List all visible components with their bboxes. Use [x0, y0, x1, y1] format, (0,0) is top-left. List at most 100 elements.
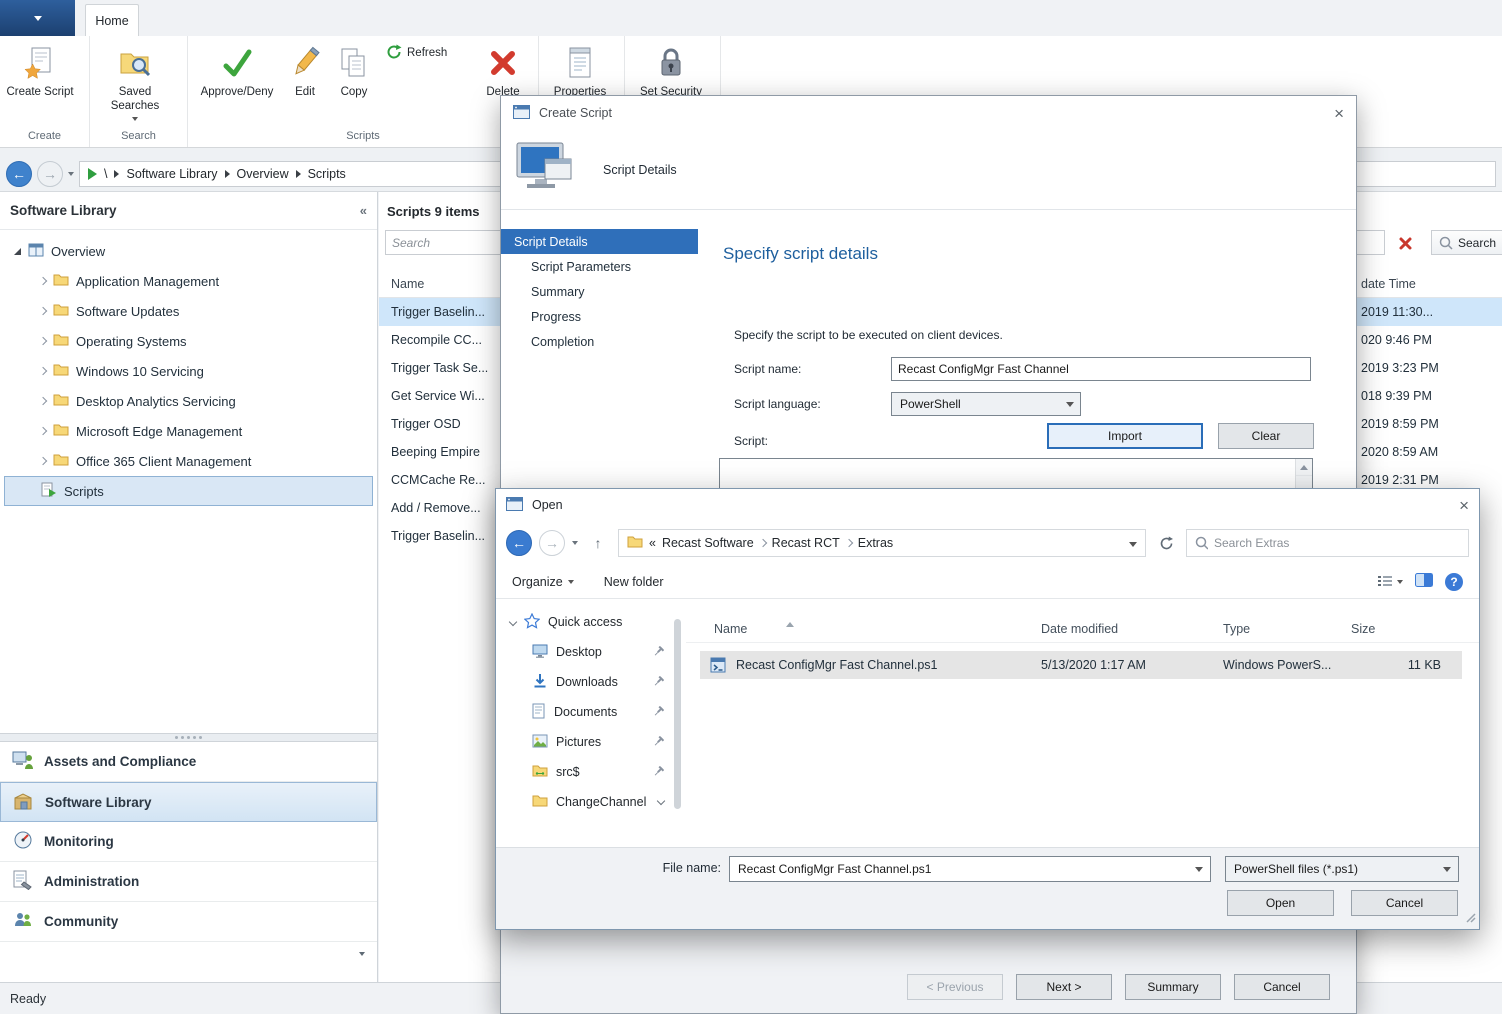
expand-collapsed-icon[interactable]: [39, 457, 47, 465]
explorer-address-bar[interactable]: « Recast Software Recast RCT Extras: [618, 529, 1146, 557]
column-header-type[interactable]: Type: [1223, 622, 1250, 636]
tree-item-scripts[interactable]: Scripts: [4, 476, 373, 506]
new-folder-button[interactable]: New folder: [604, 575, 664, 589]
expand-collapsed-icon[interactable]: [39, 367, 47, 375]
explorer-back-button[interactable]: ←: [506, 530, 532, 556]
search-button[interactable]: Search: [1431, 230, 1502, 255]
help-icon[interactable]: [1445, 573, 1463, 591]
place-pictures[interactable]: Pictures: [496, 727, 686, 757]
organize-button[interactable]: Organize: [512, 575, 574, 589]
expand-collapsed-icon[interactable]: [39, 427, 47, 435]
column-header-size[interactable]: Size: [1351, 622, 1375, 636]
saved-searches-button[interactable]: Saved Searches: [94, 40, 176, 121]
tab-home[interactable]: Home: [85, 4, 139, 37]
column-header-date-time[interactable]: date Time: [1361, 277, 1416, 291]
copy-button[interactable]: Copy: [328, 40, 380, 99]
script-language-select[interactable]: PowerShell: [891, 392, 1081, 416]
workspace-assets-and-compliance[interactable]: Assets and Compliance: [0, 742, 377, 782]
tree-item-office-365-client-management[interactable]: Office 365 Client Management: [0, 446, 377, 476]
tree-item-application-management[interactable]: Application Management: [0, 266, 377, 296]
expand-collapsed-icon[interactable]: [39, 277, 47, 285]
create-script-button[interactable]: Create Script: [4, 40, 76, 99]
workspace-monitoring[interactable]: Monitoring: [0, 822, 377, 862]
place-src-share[interactable]: src$: [496, 757, 686, 787]
set-security-button[interactable]: Set Security: [629, 40, 713, 99]
explorer-forward-button[interactable]: →: [539, 530, 565, 556]
back-button[interactable]: ←: [6, 161, 32, 187]
breadcrumb-overview[interactable]: Overview: [237, 167, 289, 181]
place-desktop[interactable]: Desktop: [496, 637, 686, 667]
breadcrumb-scripts[interactable]: Scripts: [308, 167, 346, 181]
expand-collapsed-icon[interactable]: [39, 337, 47, 345]
place-changechannel[interactable]: ChangeChannel: [496, 787, 686, 817]
address-extras[interactable]: Extras: [858, 536, 893, 550]
properties-button[interactable]: Properties: [543, 40, 617, 99]
address-recast-rct[interactable]: Recast RCT: [772, 536, 840, 550]
explorer-search-box[interactable]: [1186, 529, 1469, 557]
previous-button[interactable]: < Previous: [907, 974, 1003, 1000]
expand-open-icon[interactable]: [14, 248, 21, 255]
wizard-nav-script-details[interactable]: Script Details: [501, 229, 698, 254]
wizard-nav-script-parameters[interactable]: Script Parameters: [501, 254, 698, 279]
refresh-button[interactable]: Refresh: [380, 40, 472, 64]
scroll-up-icon[interactable]: [1300, 465, 1308, 470]
file-name-combo[interactable]: [729, 856, 1211, 882]
clear-search-button[interactable]: [1393, 232, 1417, 254]
tree-item-windows-10-servicing[interactable]: Windows 10 Servicing: [0, 356, 377, 386]
app-menu-button[interactable]: [0, 0, 75, 36]
wizard-nav-completion[interactable]: Completion: [501, 329, 698, 354]
file-row-selected[interactable]: Recast ConfigMgr Fast Channel.ps1 5/13/2…: [700, 651, 1462, 679]
delete-button[interactable]: Delete: [472, 40, 534, 99]
cancel-button[interactable]: Cancel: [1234, 974, 1330, 1000]
tree-item-software-updates[interactable]: Software Updates: [0, 296, 377, 326]
explorer-search-input[interactable]: [1214, 536, 1460, 550]
dialog-cancel-button[interactable]: Cancel: [1351, 890, 1458, 916]
tree-item-operating-systems[interactable]: Operating Systems: [0, 326, 377, 356]
open-dialog-titlebar[interactable]: Open ×: [496, 489, 1479, 521]
recent-locations-caret-icon[interactable]: [68, 172, 74, 176]
expand-collapsed-icon[interactable]: [39, 397, 47, 405]
explorer-refresh-button[interactable]: [1153, 530, 1179, 556]
change-view-button[interactable]: [1377, 575, 1403, 589]
edit-button[interactable]: Edit: [282, 40, 328, 99]
file-type-select[interactable]: PowerShell files (*.ps1): [1225, 856, 1459, 882]
wizard-nav-progress[interactable]: Progress: [501, 304, 698, 329]
workspace-options-caret-icon[interactable]: [359, 952, 365, 956]
breadcrumb-root[interactable]: \: [104, 167, 107, 181]
place-documents[interactable]: Documents: [496, 697, 686, 727]
open-button[interactable]: Open: [1227, 890, 1334, 916]
workspace-community[interactable]: Community: [0, 902, 377, 942]
address-dropdown-caret-icon[interactable]: [1129, 542, 1137, 547]
column-header-date-modified[interactable]: Date modified: [1041, 622, 1118, 636]
close-icon[interactable]: ×: [1459, 497, 1469, 514]
forward-button[interactable]: →: [37, 161, 63, 187]
column-header-name[interactable]: Name: [714, 622, 747, 636]
address-collapsed-chevrons[interactable]: «: [649, 536, 656, 550]
tree-item-microsoft-edge-management[interactable]: Microsoft Edge Management: [0, 416, 377, 446]
next-button[interactable]: Next >: [1016, 974, 1112, 1000]
approve-deny-button[interactable]: Approve/Deny: [192, 40, 282, 99]
clear-button[interactable]: Clear: [1218, 423, 1314, 449]
breadcrumb-software-library[interactable]: Software Library: [126, 167, 217, 181]
resize-grip[interactable]: [1465, 912, 1477, 927]
wizard-nav-summary[interactable]: Summary: [501, 279, 698, 304]
places-scrollbar[interactable]: [674, 619, 681, 809]
workspace-administration[interactable]: Administration: [0, 862, 377, 902]
create-script-titlebar[interactable]: Create Script ×: [501, 96, 1356, 130]
workspace-software-library[interactable]: Software Library: [0, 782, 377, 822]
summary-button[interactable]: Summary: [1125, 974, 1221, 1000]
collapse-pane-icon[interactable]: «: [360, 203, 367, 218]
place-quick-access[interactable]: Quick access: [496, 607, 686, 637]
address-recast-software[interactable]: Recast Software: [662, 536, 754, 550]
tree-item-desktop-analytics-servicing[interactable]: Desktop Analytics Servicing: [0, 386, 377, 416]
up-one-level-button[interactable]: ↑: [585, 531, 611, 555]
column-header-name[interactable]: Name: [391, 277, 424, 291]
place-downloads[interactable]: Downloads: [496, 667, 686, 697]
expand-chevron-icon[interactable]: [657, 797, 665, 805]
workspace-splitter-handle[interactable]: [0, 733, 377, 742]
expand-collapsed-icon[interactable]: [39, 307, 47, 315]
script-name-input[interactable]: [891, 357, 1311, 381]
expand-open-chevron-icon[interactable]: [509, 618, 517, 626]
history-caret-icon[interactable]: [572, 541, 578, 545]
close-icon[interactable]: ×: [1334, 105, 1344, 122]
